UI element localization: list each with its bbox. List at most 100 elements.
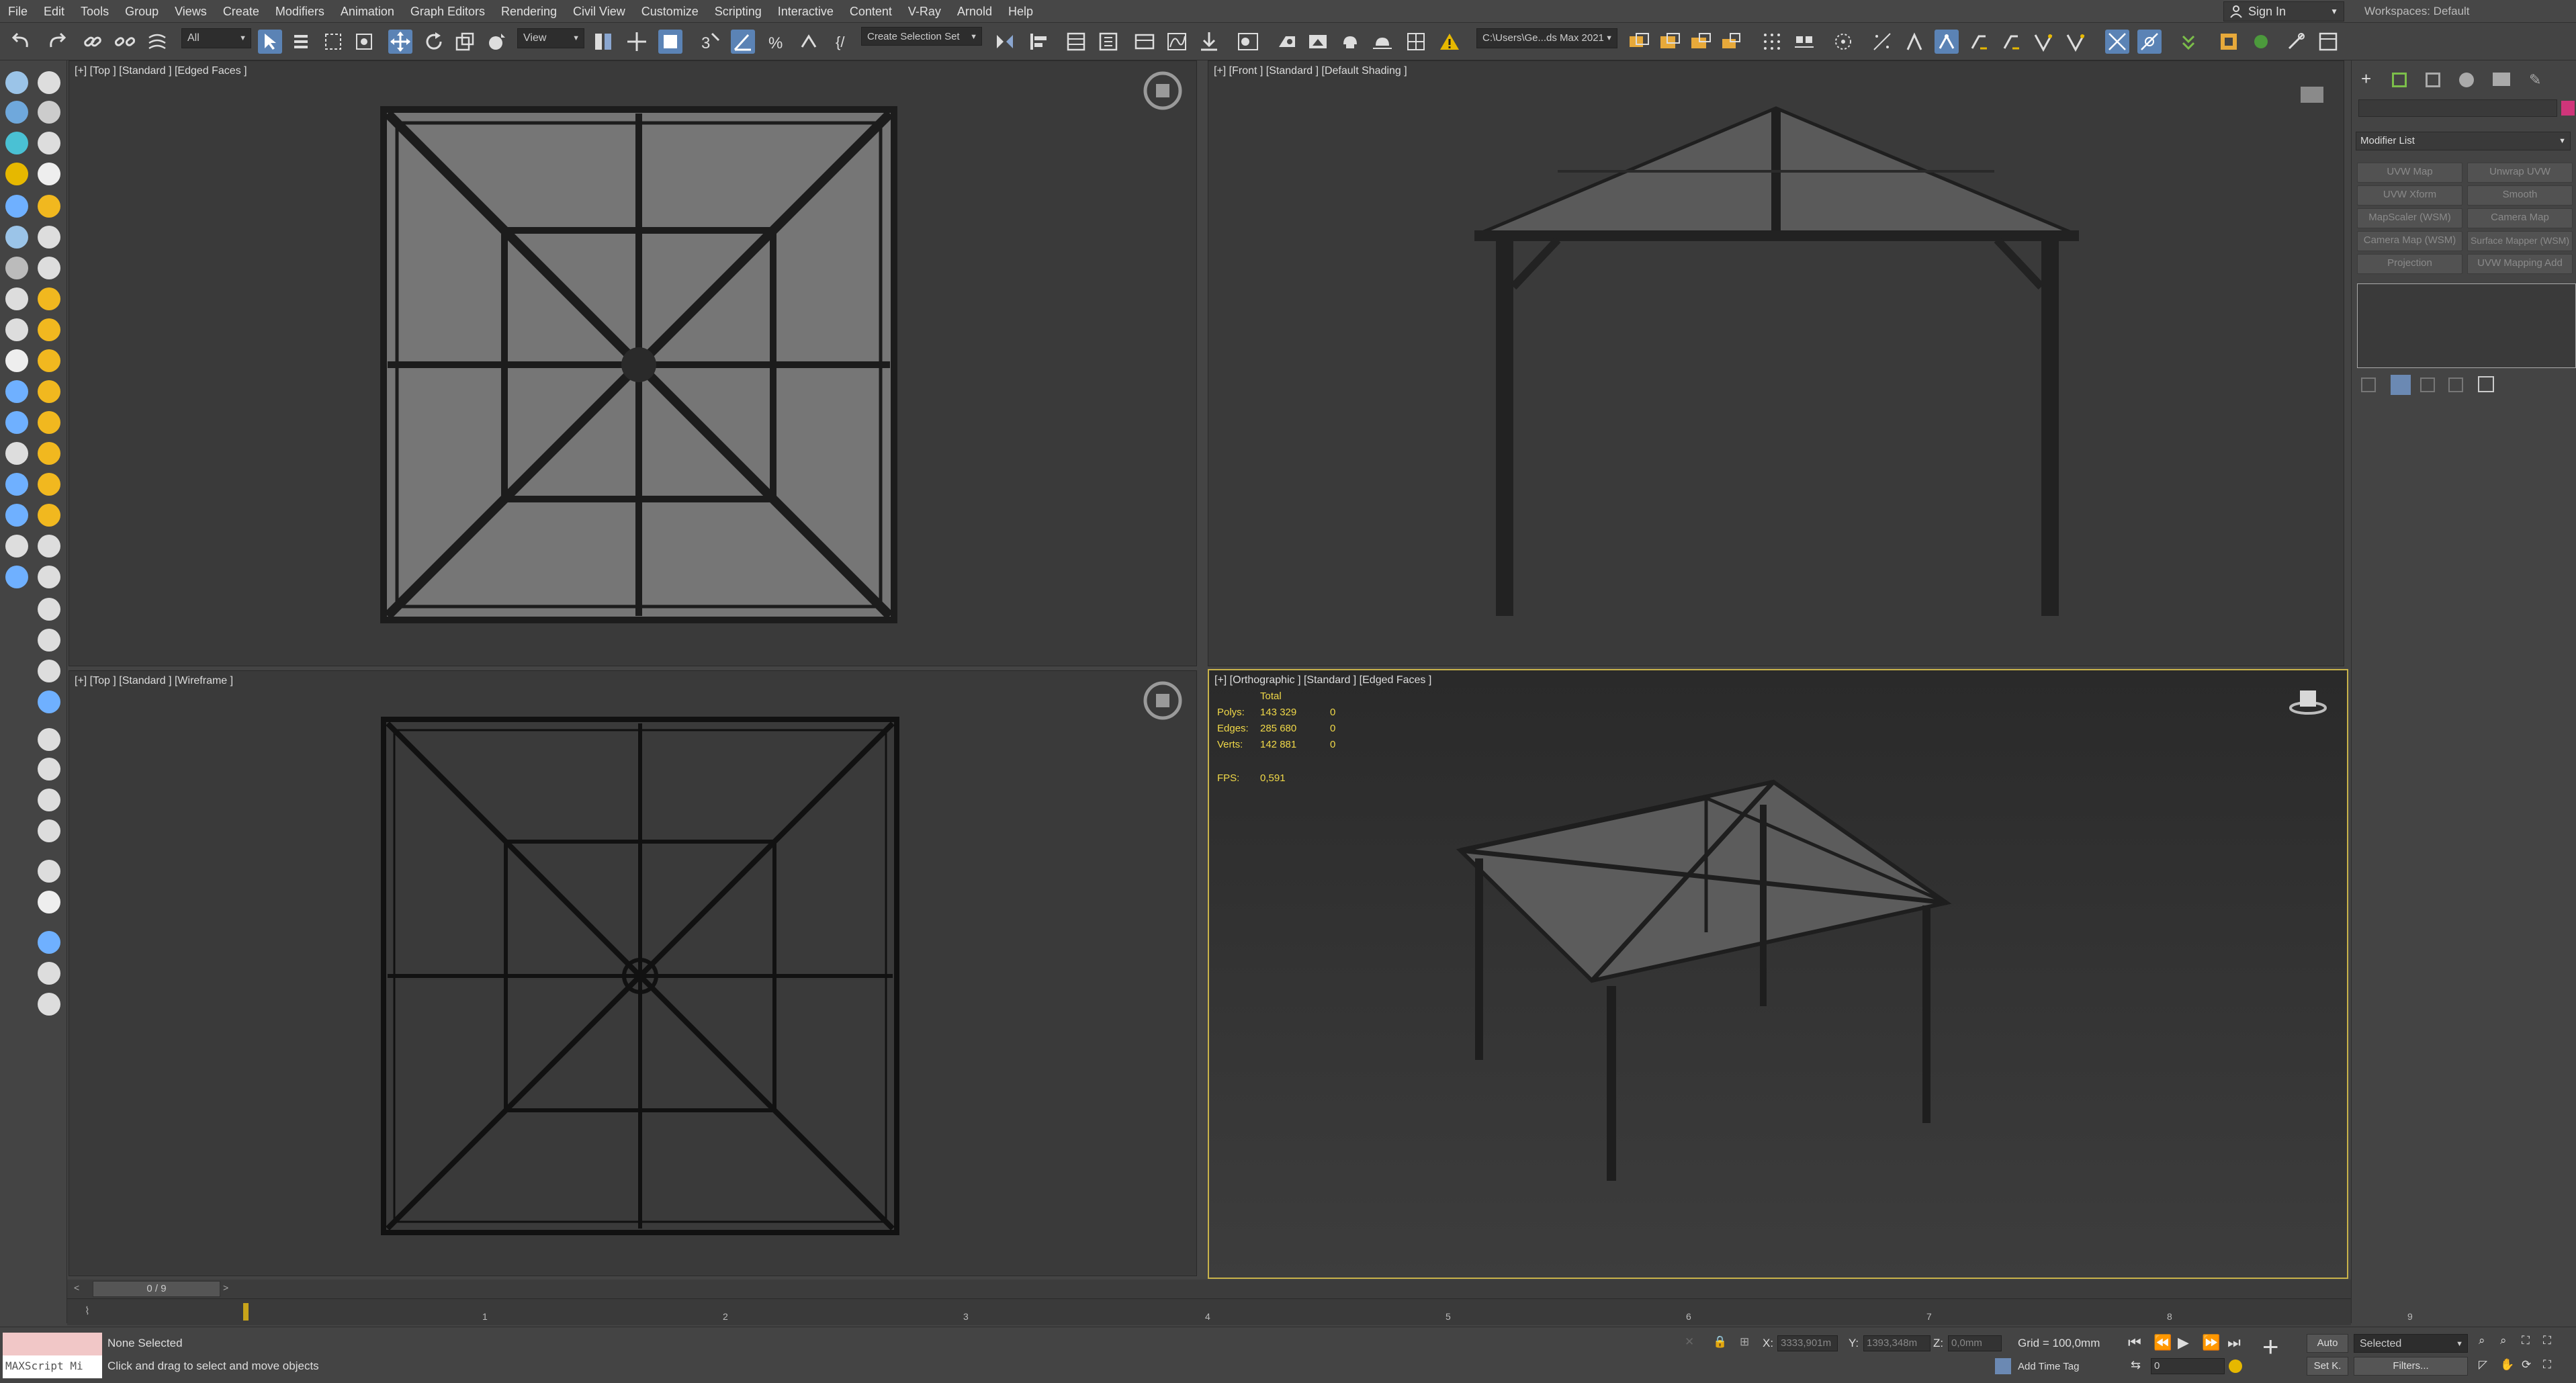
select-and-rotate-icon[interactable] [422,30,446,54]
table-icon[interactable] [38,860,60,883]
menu-scripting[interactable]: Scripting [707,0,770,23]
viewport-top-edged[interactable]: [+] [Top ] [Standard ] [Edged Faces ] [69,60,1197,666]
pointer-icon[interactable] [38,690,60,713]
show-end-result-icon[interactable] [2391,375,2411,395]
modifier-button-mapscaler[interactable]: MapScaler (WSM) [2357,208,2462,228]
workspaces-selector[interactable]: Workspaces: Default [2364,1,2573,21]
menu-edit[interactable]: Edit [36,0,73,23]
pin-icon[interactable] [5,442,28,465]
question-icon[interactable] [38,993,60,1016]
select-and-scale-icon[interactable] [453,30,477,54]
link-icon[interactable] [81,30,105,54]
helpers-icon[interactable] [38,132,60,154]
go-to-start-icon[interactable]: ⏮ [2128,1334,2141,1351]
select-and-place-icon[interactable] [485,30,509,54]
object-name-field[interactable] [2358,99,2557,117]
pan-view-icon[interactable]: ✋ [2500,1358,2514,1372]
teapot-icon[interactable] [38,71,60,94]
menu-group[interactable]: Group [117,0,167,23]
arnold-light-icon[interactable] [2249,30,2273,54]
modifier-button-unwrap-uvw[interactable]: Unwrap UVW [2467,163,2573,183]
utilities-tab-icon[interactable]: ✎ [2529,71,2541,89]
reference-coordinate-dropdown[interactable]: View ▼ [517,28,584,48]
zoom-extents-all-icon[interactable]: ⛶ [2543,1334,2551,1347]
expand-toolbar-icon[interactable] [2176,30,2201,54]
sunlight-icon[interactable] [38,504,60,527]
time-slider[interactable]: < 0 / 9 > [67,1280,2351,1298]
make-unique-icon[interactable] [2420,377,2435,392]
vray-logo-icon[interactable] [38,891,60,913]
modifier-button-camera-map-wsm[interactable]: Camera Map (WSM) [2357,231,2462,251]
menu-vray[interactable]: V-Ray [900,0,949,23]
toggle-ribbon-icon[interactable] [1132,30,1157,54]
grid-dots-icon[interactable] [1760,30,1784,54]
track-bar[interactable]: ⌇ 1 2 3 4 5 6 7 8 9 [67,1298,2413,1325]
nurbs-icon[interactable] [5,257,28,279]
render-setup-icon[interactable] [1275,30,1299,54]
hierarchy-tab-icon[interactable] [2426,73,2440,87]
lock-icon[interactable] [5,318,28,341]
auto-key-button[interactable]: Auto [2307,1334,2348,1353]
viewcube-icon[interactable] [2294,75,2334,115]
menu-arnold[interactable]: Arnold [949,0,1000,23]
spacewarps-icon[interactable] [5,163,28,185]
snap-endpoint-icon[interactable] [1967,30,1991,54]
tube-icon[interactable] [5,380,28,403]
viewport-front[interactable]: [+] [Front ] [Standard ] [Default Shadin… [1208,60,2344,666]
key-filter-dropdown[interactable]: Selected ▼ [2354,1334,2468,1353]
selection-filter-dropdown[interactable]: All ▼ [181,28,251,48]
maxscript-listener-output[interactable] [3,1333,102,1355]
time-tag-icon[interactable] [1995,1358,2011,1374]
menu-interactive[interactable]: Interactive [770,0,842,23]
snap-edge-icon[interactable] [2031,30,2055,54]
snaps-toggle-icon[interactable]: 3 [697,30,721,54]
modifier-button-camera-map[interactable]: Camera Map [2467,208,2573,228]
menu-content[interactable]: Content [842,0,900,23]
select-and-move-icon[interactable] [388,30,412,54]
notes-icon[interactable] [38,962,60,985]
snap-perpendicular-icon[interactable] [2105,30,2129,54]
maximize-viewport-icon[interactable]: ⛶ [2543,1358,2551,1372]
next-frame-icon[interactable]: > [223,1282,238,1296]
zoom-all-icon[interactable]: ⌕ [2500,1334,2507,1347]
snap-points-icon[interactable] [1831,30,1855,54]
set-key-button[interactable]: Set K. [2307,1357,2348,1376]
modifier-button-uvw-map[interactable]: UVW Map [2357,163,2462,183]
viewport-top-wireframe[interactable]: [+] [Top ] [Standard ] [Wireframe ] [69,670,1197,1276]
viewport-orthographic[interactable]: [+] [Orthographic ] [Standard ] [Edged F… [1208,669,2348,1279]
dome-light-icon[interactable] [38,380,60,403]
key-mode-toggle-icon[interactable]: ⇆ [2131,1358,2141,1372]
menu-animation[interactable]: Animation [332,0,402,23]
menu-create[interactable]: Create [215,0,267,23]
window-crossing-icon[interactable] [352,30,376,54]
modifier-list-dropdown[interactable]: Modifier List ▼ [2356,132,2571,150]
sign-in-button[interactable]: Sign In ▼ [2223,1,2344,21]
menu-tools[interactable]: Tools [73,0,117,23]
group-icon[interactable] [1792,30,1816,54]
create-geometry-icon[interactable] [5,71,28,94]
filters-button[interactable]: Filters... [2354,1357,2468,1376]
save-project-icon[interactable] [1689,30,1713,54]
menu-civil-view[interactable]: Civil View [565,0,633,23]
scatter-icon[interactable] [38,758,60,780]
toggle-scene-explorer-icon[interactable] [2316,30,2340,54]
box-icon[interactable] [38,226,60,249]
current-time-marker[interactable] [243,1303,249,1321]
zoom-icon[interactable]: ⌕ [2479,1334,2485,1347]
next-frame-icon[interactable]: ⏩ [2202,1334,2220,1351]
select-manipulate-icon[interactable] [625,30,649,54]
snap-midpoint-icon[interactable] [1999,30,2023,54]
sky-icon[interactable] [38,473,60,496]
zoom-extents-icon[interactable]: ⛶ [2522,1334,2530,1347]
object-color-swatch[interactable] [2561,101,2575,116]
go-to-end-icon[interactable]: ⏭ [2227,1334,2241,1351]
light-bulb-icon[interactable] [38,195,60,218]
render-in-cloud-icon[interactable] [1370,30,1394,54]
time-slider-thumb[interactable]: 0 / 9 [93,1281,220,1297]
new-project-icon[interactable] [1720,30,1744,54]
angle-snap-icon[interactable] [731,30,755,54]
sphere-icon[interactable] [5,411,28,434]
layer-explorer-icon[interactable] [1096,30,1120,54]
maxscript-mini-listener[interactable]: MAXScript Mi [3,1355,102,1378]
pin-stack-icon[interactable] [2361,377,2376,392]
